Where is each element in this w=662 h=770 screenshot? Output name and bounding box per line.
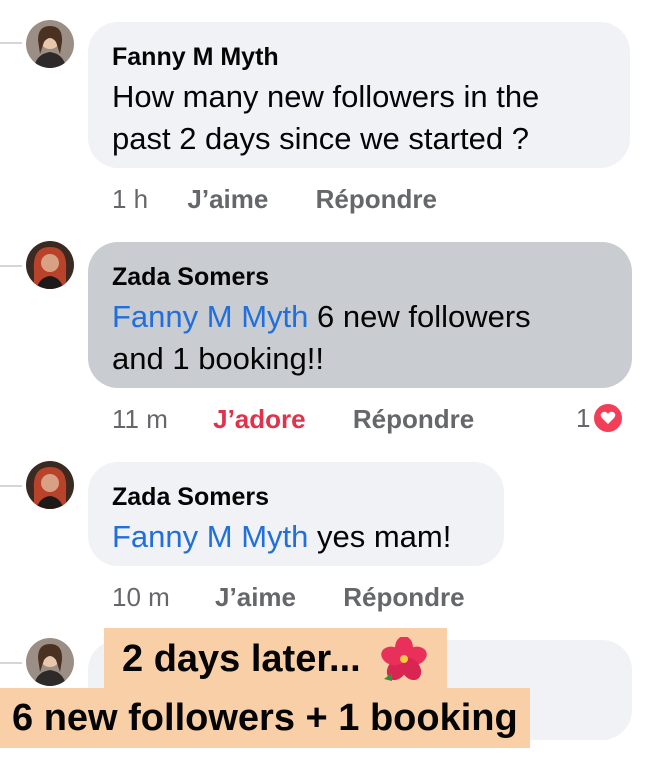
comment-text: Fanny M Myth yes mam!: [112, 519, 452, 554]
comment-bubble-highlighted: Zada Somers Fanny M Myth 6 new followers…: [88, 242, 632, 388]
hibiscus-icon: [379, 636, 429, 681]
thread-line: [0, 485, 22, 487]
like-button[interactable]: J’aime: [215, 582, 296, 613]
comment-author[interactable]: Zada Somers: [112, 262, 608, 292]
comment-text: Fanny M Myth 6 new followers and 1 booki…: [112, 299, 531, 376]
avatar-zada[interactable]: [26, 461, 74, 509]
like-button[interactable]: J’aime: [187, 184, 268, 215]
comment-time: 1 h: [112, 184, 149, 214]
comment-author[interactable]: Fanny M Myth: [112, 42, 606, 72]
reaction-count-value: 1: [576, 402, 591, 433]
comment-time: 11 m: [112, 404, 168, 434]
comment-actions: 1 h J’aime Répondre: [112, 184, 437, 215]
mention-link[interactable]: Fanny M Myth: [112, 519, 308, 554]
avatar-fanny[interactable]: [26, 638, 74, 686]
comment-author[interactable]: Zada Somers: [112, 482, 480, 512]
mention-link[interactable]: Fanny M Myth: [112, 299, 308, 334]
comment-actions: 10 m J’aime Répondre: [112, 582, 465, 613]
comment-bubble: Fanny M Myth How many new followers in t…: [88, 22, 630, 168]
avatar-fanny[interactable]: [26, 20, 74, 68]
caption-line-2: 6 new followers + 1 booking: [0, 688, 530, 748]
avatar-zada[interactable]: [26, 241, 74, 289]
thread-line: [0, 265, 22, 267]
thread-line: [0, 42, 22, 44]
comment-bubble: Zada Somers Fanny M Myth yes mam!: [88, 462, 504, 566]
comment-text: How many new followers in the past 2 day…: [112, 79, 540, 156]
love-button[interactable]: J’adore: [213, 404, 306, 435]
comment-actions: 11 m J’adore Répondre: [112, 404, 474, 435]
thread-line: [0, 662, 22, 664]
reaction-count[interactable]: 1: [576, 402, 625, 434]
comment-time: 10 m: [112, 582, 170, 612]
caption-line-1: 2 days later...: [104, 628, 447, 690]
reply-button[interactable]: Répondre: [343, 582, 464, 613]
heart-icon: [592, 402, 625, 434]
reply-button[interactable]: Répondre: [316, 184, 437, 215]
reply-button[interactable]: Répondre: [353, 404, 474, 435]
